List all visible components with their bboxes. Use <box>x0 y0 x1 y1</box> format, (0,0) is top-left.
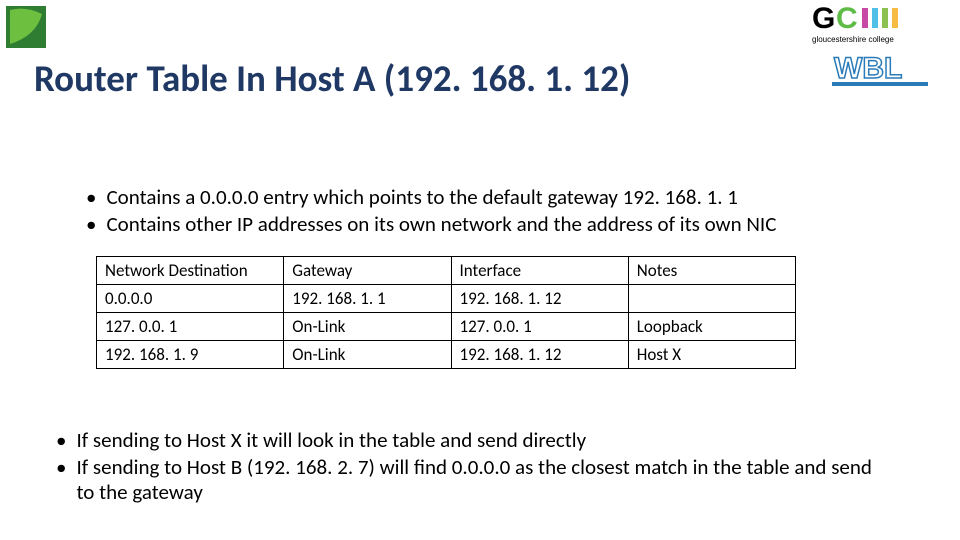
col-notes: Notes <box>628 257 795 285</box>
bcs-logo <box>6 6 46 48</box>
bullet-text: If sending to Host X it will look in the… <box>76 428 586 453</box>
gc-logo-text: gloucestershire college <box>812 35 894 44</box>
bullet-dot: • <box>56 455 66 505</box>
bullets-top: • Contains a 0.0.0.0 entry which points t… <box>86 185 886 239</box>
bullet-dot: • <box>86 185 96 210</box>
cell: Loopback <box>628 313 795 341</box>
bullet-dot: • <box>86 212 96 237</box>
wbl-logo: WBL <box>832 48 932 88</box>
svg-text:G: G <box>812 4 835 35</box>
cell <box>628 285 795 313</box>
cell: 127. 0.0. 1 <box>451 313 628 341</box>
bullet-item: • If sending to Host X it will look in th… <box>56 428 886 453</box>
table-row: 192. 168. 1. 9 On-Link 192. 168. 1. 12 H… <box>97 341 796 369</box>
cell: 192. 168. 1. 9 <box>97 341 284 369</box>
col-gateway: Gateway <box>284 257 451 285</box>
bullet-item: •If sending to Host B (192. 168. 2. 7) w… <box>56 455 886 505</box>
routing-table: Network Destination Gateway Interface No… <box>96 256 796 369</box>
svg-text:WBL: WBL <box>834 52 902 85</box>
bullet-text: Contains other IP addresses on its own n… <box>106 212 776 237</box>
cell: On-Link <box>284 313 451 341</box>
svg-text:C: C <box>836 4 858 35</box>
bullet-dot: • <box>56 428 66 453</box>
col-network-destination: Network Destination <box>97 257 284 285</box>
cell: 127. 0.0. 1 <box>97 313 284 341</box>
table-header-row: Network Destination Gateway Interface No… <box>97 257 796 285</box>
page-title: Router Table In Host A (192. 168. 1. 12) <box>34 56 630 101</box>
table-row: 127. 0.0. 1 On-Link 127. 0.0. 1 Loopback <box>97 313 796 341</box>
bullet-text: If sending to Host B (192. 168. 2. 7) wi… <box>76 455 886 505</box>
bullets-bottom: • If sending to Host X it will look in th… <box>56 428 886 508</box>
bullet-text: Contains a 0.0.0.0 entry which points to… <box>106 185 738 210</box>
slide: G C gloucestershire college WBL Router T… <box>0 0 960 540</box>
table-row: 0.0.0.0 192. 168. 1. 1 192. 168. 1. 12 <box>97 285 796 313</box>
cell: 192. 168. 1. 12 <box>451 285 628 313</box>
bullet-item: • Contains other IP addresses on its own … <box>86 212 886 237</box>
col-interface: Interface <box>451 257 628 285</box>
gc-logo: G C gloucestershire college <box>812 4 932 46</box>
cell: 192. 168. 1. 1 <box>284 285 451 313</box>
cell: On-Link <box>284 341 451 369</box>
cell: 192. 168. 1. 12 <box>451 341 628 369</box>
cell: 0.0.0.0 <box>97 285 284 313</box>
bullet-item: • Contains a 0.0.0.0 entry which points t… <box>86 185 886 210</box>
cell: Host X <box>628 341 795 369</box>
